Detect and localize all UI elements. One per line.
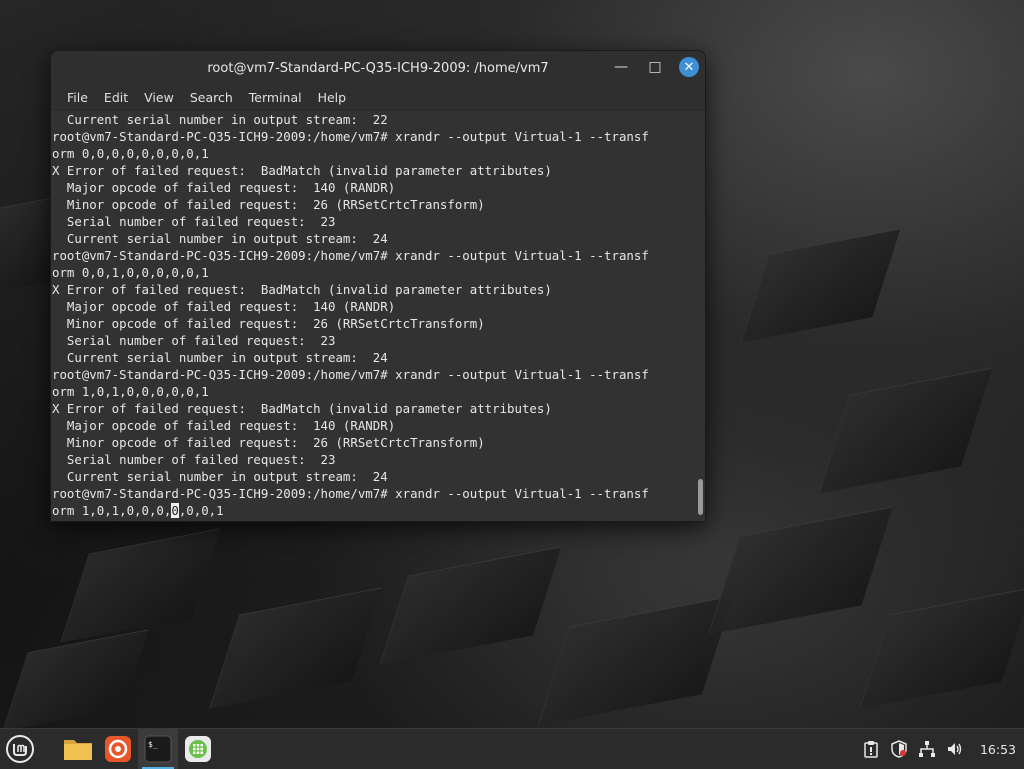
terminal-scrollbar[interactable] xyxy=(698,479,703,515)
wallpaper-block xyxy=(818,367,993,494)
terminal-text: Current serial number in output stream: … xyxy=(52,112,649,518)
grid-app-icon xyxy=(185,736,211,762)
taskbar-clock[interactable]: 16:53 xyxy=(980,742,1016,757)
volume-icon[interactable] xyxy=(946,740,964,758)
close-icon[interactable]: ✕ xyxy=(679,57,699,77)
wallpaper-block xyxy=(60,528,221,643)
taskbar-firefox-launcher[interactable] xyxy=(98,729,138,769)
clipboard-icon[interactable] xyxy=(862,740,880,758)
system-tray: 16:53 xyxy=(862,729,1016,769)
terminal-cursor: 0 xyxy=(171,503,179,518)
svg-text:$_: $_ xyxy=(148,740,158,749)
folder-icon xyxy=(64,740,92,760)
wallpaper-block xyxy=(379,546,562,665)
wallpaper-block xyxy=(740,228,901,343)
wallpaper-block xyxy=(2,629,149,728)
wallpaper-block xyxy=(707,506,894,635)
menu-search[interactable]: Search xyxy=(182,90,241,105)
taskbar-files-launcher[interactable] xyxy=(58,729,98,769)
window-titlebar[interactable]: root@vm7-Standard-PC-Q35-ICH9-2009: /hom… xyxy=(51,51,705,85)
mint-logo-icon xyxy=(6,735,34,763)
wallpaper-block xyxy=(537,595,734,726)
terminal-text-after-cursor: ,0,0,1 xyxy=(178,503,224,518)
taskbar: $_ 16:53 xyxy=(0,728,1024,769)
maximize-icon[interactable]: □ xyxy=(645,57,665,77)
menu-file[interactable]: File xyxy=(59,90,96,105)
wallpaper-block xyxy=(859,587,1024,709)
menu-terminal[interactable]: Terminal xyxy=(241,90,310,105)
terminal-icon: $_ xyxy=(144,735,172,763)
firefox-icon xyxy=(105,736,131,762)
taskbar-terminal-launcher[interactable]: $_ xyxy=(138,729,178,769)
network-icon[interactable] xyxy=(918,740,936,758)
minimize-icon[interactable]: — xyxy=(611,57,631,77)
menu-view[interactable]: View xyxy=(136,90,182,105)
shield-icon[interactable] xyxy=(890,740,908,758)
menu-edit[interactable]: Edit xyxy=(96,90,136,105)
wallpaper-block xyxy=(209,587,382,709)
terminal-output-area[interactable]: Current serial number in output stream: … xyxy=(51,111,705,521)
menu-help[interactable]: Help xyxy=(310,90,355,105)
menubar: File Edit View Search Terminal Help xyxy=(51,85,705,109)
window-title: root@vm7-Standard-PC-Q35-ICH9-2009: /hom… xyxy=(207,60,549,76)
terminal-output[interactable]: Current serial number in output stream: … xyxy=(52,111,693,519)
mint-menu-button[interactable] xyxy=(0,729,40,769)
taskbar-apps-launcher[interactable] xyxy=(178,729,218,769)
terminal-window[interactable]: root@vm7-Standard-PC-Q35-ICH9-2009: /hom… xyxy=(50,50,706,522)
